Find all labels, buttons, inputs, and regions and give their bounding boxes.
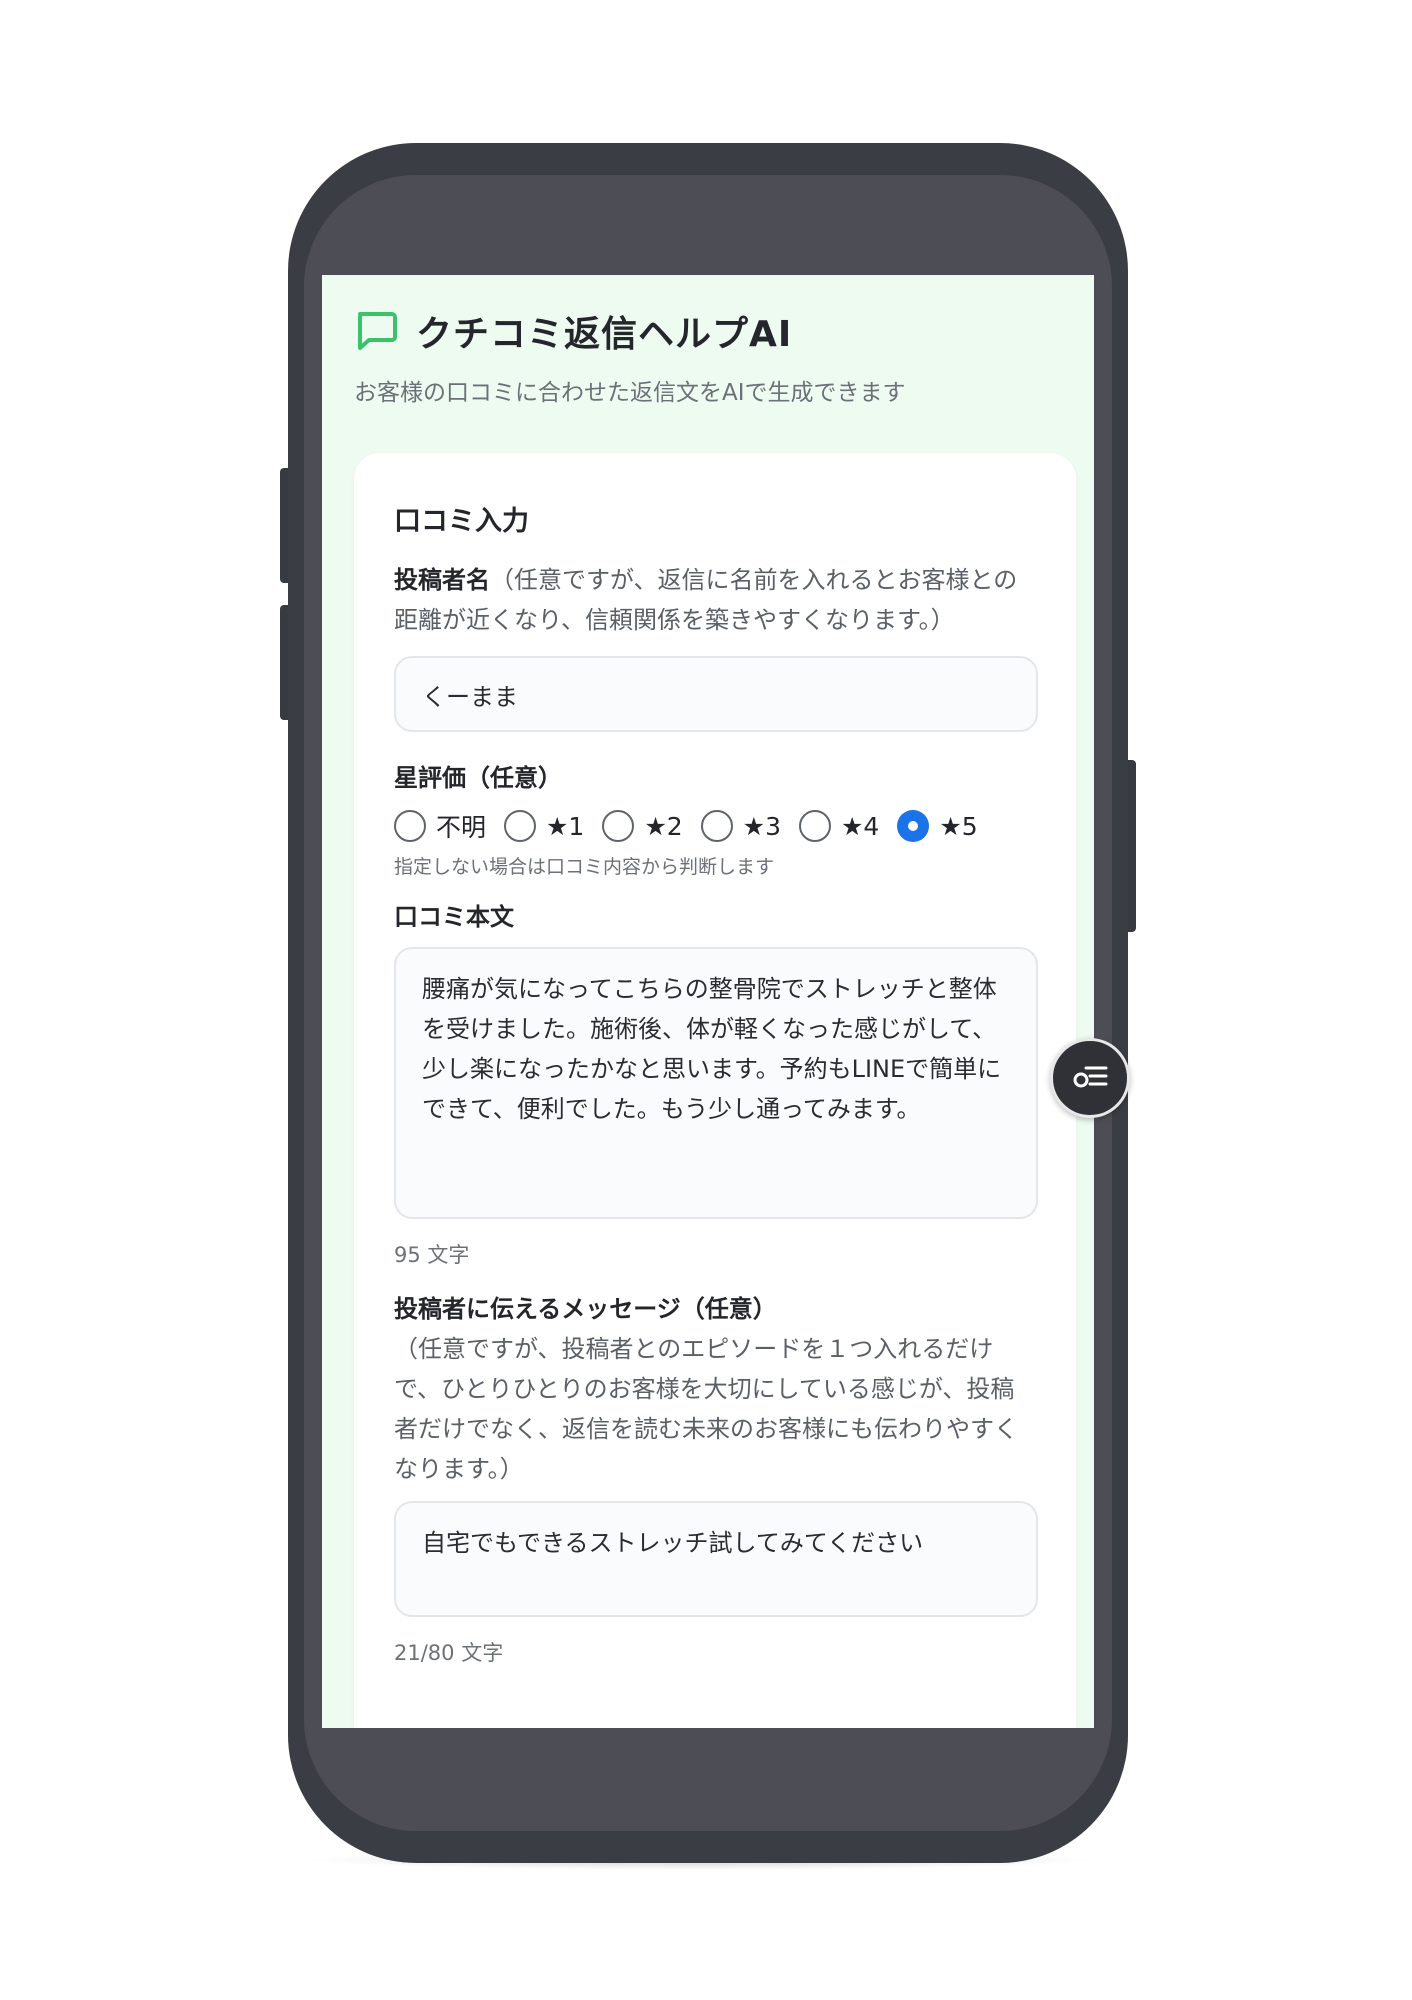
menu-toggle-icon [1070, 1060, 1110, 1096]
app-subtitle: お客様の口コミに合わせた返信文をAIで生成できます [354, 380, 906, 406]
rating-option-label: ★1 [546, 811, 585, 841]
section-title: 口コミ入力 [394, 506, 529, 537]
radio-4[interactable] [799, 810, 831, 842]
rating-option-unknown[interactable]: 不明 [394, 808, 486, 844]
app-screen: クチコミ返信ヘルプAI お客様の口コミに合わせた返信文をAIで生成できます 口コ… [322, 275, 1094, 1728]
review-input-card: 口コミ入力 投稿者名（任意ですが、返信に名前を入れるとお客様との距離が近くなり、… [354, 453, 1076, 1728]
rating-label: 星評価（任意） [394, 764, 562, 792]
review-body-label: 口コミ本文 [394, 903, 514, 931]
radio-5-selected[interactable] [897, 810, 930, 842]
poster-name-value: くーまま [422, 682, 518, 711]
radio-unknown[interactable] [394, 810, 426, 842]
review-body-counter: 95 文字 [394, 1243, 470, 1267]
rating-option-label: ★2 [644, 811, 683, 841]
radio-1[interactable] [504, 810, 537, 842]
review-body-textarea[interactable]: 腰痛が気になってこちらの整骨院でストレッチと整体を受けました。施術後、体が軽くな… [394, 947, 1038, 1219]
message-label: 投稿者に伝えるメッセージ（任意） [394, 1295, 777, 1323]
chat-bubble-icon [354, 310, 398, 352]
title-row: クチコミ返信ヘルプAI [354, 305, 1074, 357]
rating-option-2[interactable]: ★2 [602, 810, 683, 842]
rating-hint: 指定しない場合は口コミ内容から判断します [394, 856, 775, 878]
rating-option-1[interactable]: ★1 [504, 810, 584, 842]
rating-option-label: 不明 [436, 813, 487, 842]
rating-option-5[interactable]: ★5 [897, 810, 978, 842]
message-note: （任意ですが、投稿者とのエピソードを１つ入れるだけで、ひとりひとりのお客様を大切… [394, 1335, 1018, 1483]
poster-name-input[interactable]: くーまま [394, 656, 1038, 732]
rating-option-3[interactable]: ★3 [700, 810, 781, 842]
radio-2[interactable] [602, 810, 635, 842]
app-title: クチコミ返信ヘルプAI [416, 314, 793, 355]
poster-name-label-text: 投稿者名 [394, 566, 490, 594]
message-textarea[interactable]: 自宅でもできるストレッチ試してみてください [394, 1501, 1038, 1617]
message-counter: 21/80 文字 [394, 1641, 504, 1665]
rating-option-label: ★5 [939, 811, 978, 841]
radio-3[interactable] [700, 810, 733, 842]
floating-menu-button[interactable] [1050, 1038, 1130, 1118]
rating-option-4[interactable]: ★4 [799, 810, 879, 842]
rating-option-label: ★4 [841, 811, 880, 841]
poster-name-label: 投稿者名（任意ですが、返信に名前を入れるとお客様との距離が近くなり、信頼関係を築… [394, 560, 1038, 640]
review-form: 口コミ入力 投稿者名（任意ですが、返信に名前を入れるとお客様との距離が近くなり、… [394, 499, 1038, 1667]
review-body-value: 腰痛が気になってこちらの整骨院でストレッチと整体を受けました。施術後、体が軽くな… [422, 975, 1002, 1123]
message-value: 自宅でもできるストレッチ試してみてください [422, 1529, 924, 1557]
app-header: クチコミ返信ヘルプAI お客様の口コミに合わせた返信文をAIで生成できます [354, 305, 1074, 407]
rating-option-label: ★3 [742, 811, 781, 841]
rating-radio-group: 不明 ★1 ★2 ★3 ★4 ★5 [394, 808, 1038, 844]
